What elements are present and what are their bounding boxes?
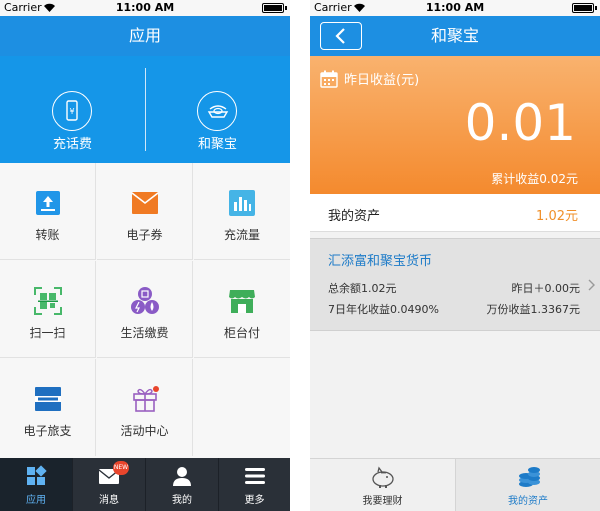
screenshot-stage: Carrier 11:00 AM 应用 ¥ 充话费 和聚宝 转账 电子券 充流量… (0, 0, 600, 511)
tab-label: 我的 (172, 495, 192, 506)
tab-more[interactable]: 更多 (219, 458, 290, 511)
status-bar: Carrier 11:00 AM (0, 0, 290, 16)
fund-card[interactable]: 汇添富和聚宝货币 总余额1.02元 昨日＋0.00元 7日年化收益0.0490%… (310, 238, 600, 331)
grid-label: 充流量 (223, 228, 260, 242)
fund-yesterday: 昨日＋0.00元 (511, 282, 581, 295)
qr-scan-icon (34, 287, 62, 315)
grid-label: 活动中心 (120, 424, 169, 438)
grid-item-travel[interactable]: 电子旅支 (0, 359, 96, 456)
gold-ingot-icon (197, 91, 237, 131)
tab-label: 我要理财 (362, 496, 403, 507)
store-icon (229, 290, 255, 313)
battery-icon (572, 3, 597, 13)
quick-actions: ¥ 充话费 和聚宝 (0, 56, 290, 163)
grid-item-counter[interactable]: 柜台付 (194, 261, 290, 358)
grid-item-activity[interactable]: 活动中心 (97, 359, 193, 456)
tab-messages[interactable]: NEW 消息 (73, 458, 145, 511)
grid-label: 电子旅支 (23, 424, 72, 438)
apps-grid-icon (27, 465, 47, 485)
grid-label: 柜台付 (223, 326, 260, 340)
yield-card: 昨日收益(元) 0.01 累计收益0.02元 (310, 56, 600, 194)
fund-per-ten-thousand: 万份收益1.3367元 (486, 303, 581, 316)
phone-hejubao-screen: Carrier 11:00 AM 和聚宝 昨日收益(元) 0.01 累计收益0.… (310, 0, 600, 511)
tab-label: 更多 (244, 495, 265, 506)
yesterday-yield-label: 昨日收益(元) (344, 73, 420, 88)
grid-item-coupon[interactable]: 电子券 (97, 163, 193, 260)
fund-balance: 总余额1.02元 (328, 282, 397, 295)
recharge-button[interactable]: ¥ 充话费 (0, 56, 145, 163)
status-time: 11:00 AM (115, 1, 175, 14)
my-assets-value: 1.02元 (536, 209, 578, 224)
page-title: 和聚宝 (430, 26, 479, 45)
page-title: 应用 (128, 26, 161, 45)
transfer-icon (36, 191, 60, 215)
phone-recharge-icon: ¥ (52, 91, 92, 131)
battery-icon (262, 3, 287, 13)
grid-label: 电子券 (126, 228, 163, 242)
bottom-tab-bar: 应用 NEW 消息 我的 更多 (0, 458, 290, 511)
grid-label: 转账 (35, 228, 60, 242)
grid-item-scan[interactable]: 扫一扫 (0, 261, 96, 358)
bill-pay-icon (131, 287, 159, 314)
grid-item-data[interactable]: 充流量 (194, 163, 290, 260)
tab-label: 应用 (26, 495, 46, 506)
gift-icon (133, 386, 159, 412)
menu-icon (245, 468, 265, 484)
hejubao-button[interactable]: 和聚宝 (145, 56, 290, 163)
nav-bar: 和聚宝 (310, 16, 600, 56)
hejubao-label: 和聚宝 (197, 137, 237, 152)
data-chart-icon (229, 190, 255, 216)
grid-item-bills[interactable]: 生活缴费 (97, 261, 193, 358)
coin-stack-icon (519, 467, 540, 487)
status-bar: Carrier 11:00 AM (310, 0, 600, 16)
grid-label: 扫一扫 (29, 326, 66, 340)
tab-label: 我的资产 (508, 496, 548, 507)
tab-apps[interactable]: 应用 (0, 458, 72, 511)
chevron-right-icon (588, 279, 595, 291)
fund-annual-yield: 7日年化收益0.0490% (328, 303, 439, 316)
fund-name: 汇添富和聚宝货币 (328, 254, 433, 269)
grid-item-transfer[interactable]: 转账 (0, 163, 96, 260)
calendar-icon (320, 70, 338, 88)
bottom-tab-bar: 我要理财 我的资产 (310, 458, 600, 511)
my-assets-label: 我的资产 (328, 209, 381, 224)
grid-item-empty (194, 359, 290, 456)
piggy-bank-icon (372, 466, 394, 488)
coupon-icon (131, 192, 159, 214)
tab-my-assets[interactable]: 我的资产 (456, 459, 600, 511)
yesterday-yield-value: 0.01 (464, 94, 576, 152)
user-icon (173, 467, 191, 486)
svg-text:¥: ¥ (69, 107, 74, 116)
tab-label: 消息 (99, 495, 119, 506)
new-badge: NEW (113, 461, 129, 475)
grid-label: 生活缴费 (120, 326, 169, 340)
status-time: 11:00 AM (425, 1, 485, 14)
nav-bar: 应用 (0, 16, 290, 56)
total-yield: 累计收益0.02元 (491, 172, 578, 186)
recharge-label: 充话费 (52, 137, 92, 152)
app-grid: 转账 电子券 充流量 扫一扫 生活缴费 柜台付 电子旅支 活动中心 (0, 163, 290, 458)
my-assets-row: 我的资产 1.02元 (310, 194, 600, 232)
tab-invest[interactable]: 我要理财 (310, 459, 455, 511)
phone-apps-screen: Carrier 11:00 AM 应用 ¥ 充话费 和聚宝 转账 电子券 充流量… (0, 0, 290, 511)
tab-profile[interactable]: 我的 (146, 458, 218, 511)
travel-card-icon (35, 387, 61, 411)
